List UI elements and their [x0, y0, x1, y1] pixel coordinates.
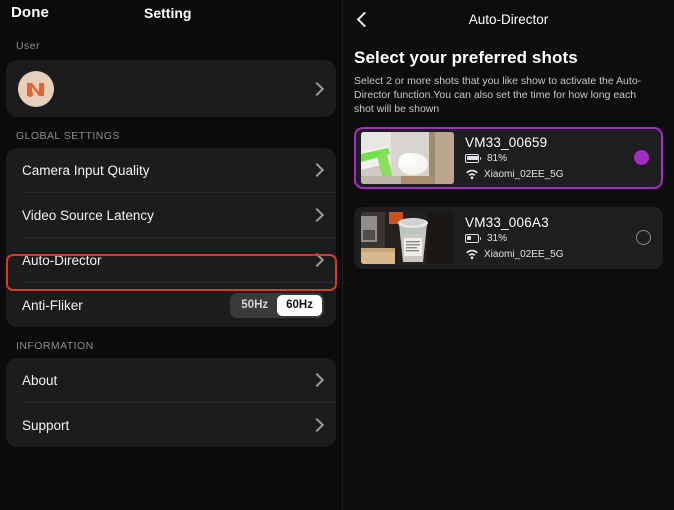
battery-icon: [465, 234, 482, 244]
segment-50hz[interactable]: 50Hz: [232, 295, 277, 316]
sidebar-item-auto-director[interactable]: Auto-Director: [6, 238, 336, 282]
row-label: About: [22, 372, 58, 388]
shot-battery: 31%: [465, 233, 636, 244]
settings-screen: Done Setting User GLOBAL SETTINGS Camera…: [0, 0, 674, 510]
room-scene-thumbnail-icon: [361, 131, 454, 184]
user-account-row[interactable]: [6, 60, 336, 117]
sidebar-item-support[interactable]: Support: [6, 403, 336, 447]
section-label-global-settings: GLOBAL SETTINGS: [16, 130, 120, 142]
chevron-right-icon: [310, 418, 324, 432]
shot-info: VM33_006A3 31% Xiaomi_02EE_5G: [465, 215, 636, 260]
shot-name: VM33_00659: [465, 135, 548, 151]
section-label-user: User: [16, 40, 40, 52]
shot-name: VM33_006A3: [465, 215, 549, 231]
battery-level-label: 81%: [487, 153, 508, 165]
wifi-icon: [465, 249, 479, 260]
segment-60hz[interactable]: 60Hz: [277, 294, 322, 316]
back-chevron-icon[interactable]: [355, 11, 369, 27]
chevron-right-icon: [310, 82, 324, 96]
shot-thumbnail: [361, 131, 454, 184]
chevron-right-icon: [310, 373, 324, 387]
battery-icon: [465, 154, 482, 164]
auto-director-heading: Select your preferred shots: [354, 48, 578, 67]
user-name-redacted: [68, 78, 310, 100]
row-label: Auto-Director: [22, 252, 102, 268]
shot-card-vm33-00659[interactable]: VM33_00659 81% Xiaomi_02EE_5G: [354, 126, 663, 189]
wifi-ssid-label: Xiaomi_02EE_5G: [484, 249, 564, 261]
shot-thumbnail: [361, 211, 454, 264]
chevron-right-icon: [310, 208, 324, 222]
avatar: [18, 70, 54, 107]
sidebar-item-camera-input-quality[interactable]: Camera Input Quality: [6, 148, 336, 192]
shot-card-vm33-006a3[interactable]: VM33_006A3 31% Xiaomi_02EE_5G: [354, 206, 663, 269]
auto-director-panel: Auto-Director Select your preferred shot…: [343, 0, 674, 510]
wifi-ssid-label: Xiaomi_02EE_5G: [484, 169, 564, 181]
global-settings-group: Camera Input Quality Video Source Latenc…: [6, 148, 336, 327]
information-group: About Support: [6, 358, 336, 447]
shot-selected-radio[interactable]: [634, 150, 649, 166]
shot-unselected-radio[interactable]: [636, 230, 651, 246]
shot-info: VM33_00659 81% Xiaomi_02EE_5G: [465, 135, 634, 180]
drink-cup-thumbnail-icon: [361, 211, 454, 264]
shot-battery: 81%: [465, 153, 634, 164]
settings-panel: Done Setting User GLOBAL SETTINGS Camera…: [0, 0, 343, 510]
done-button[interactable]: Done: [11, 4, 49, 21]
anti-flicker-segmented-control[interactable]: 50Hz 60Hz: [230, 292, 324, 318]
auto-director-title: Auto-Director: [468, 11, 549, 27]
sidebar-item-anti-flicker[interactable]: Anti-Fliker 50Hz 60Hz: [6, 283, 336, 327]
section-label-information: INFORMATION: [16, 340, 94, 352]
page-title: Setting: [144, 5, 192, 21]
shot-wifi: Xiaomi_02EE_5G: [465, 169, 634, 180]
battery-level-label: 31%: [487, 233, 508, 245]
wifi-icon: [465, 169, 479, 180]
row-label: Anti-Fliker: [22, 297, 83, 313]
chevron-right-icon: [310, 163, 324, 177]
chevron-right-icon: [310, 253, 324, 267]
sidebar-item-video-source-latency[interactable]: Video Source Latency: [6, 193, 336, 237]
row-label: Camera Input Quality: [22, 162, 150, 178]
auto-director-header: Auto-Director: [343, 0, 674, 38]
row-label: Support: [22, 417, 70, 433]
sidebar-item-about[interactable]: About: [6, 358, 336, 402]
row-label: Video Source Latency: [22, 207, 154, 223]
shot-wifi: Xiaomi_02EE_5G: [465, 249, 636, 260]
settings-header: Done Setting: [0, 0, 342, 30]
brand-n-logo-icon: [27, 82, 44, 97]
auto-director-description: Select 2 or more shots that you like sho…: [354, 75, 642, 116]
